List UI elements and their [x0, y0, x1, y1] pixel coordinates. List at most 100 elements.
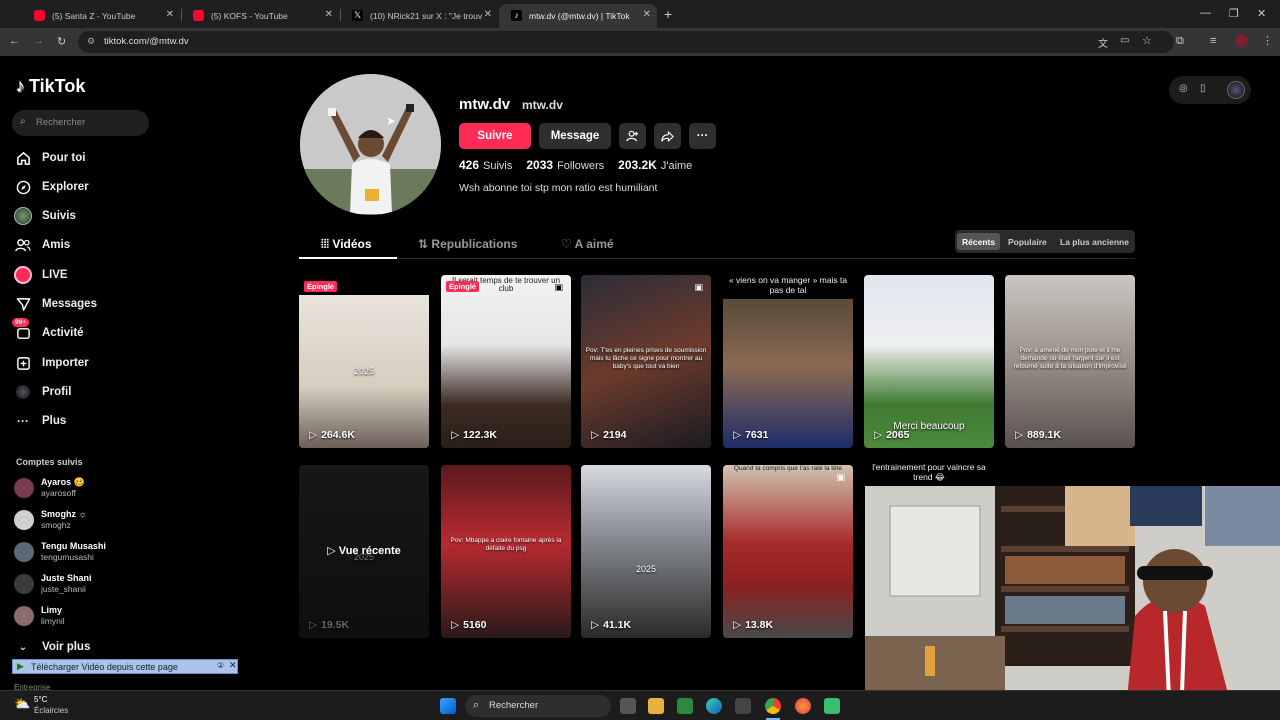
download-play-icon: ▶ [17, 661, 24, 671]
reading-list-icon[interactable]: ≡ [1210, 35, 1216, 47]
video-card[interactable]: ▣ Quand ta compris que t'as raté la tête… [723, 465, 853, 638]
tab-videos[interactable]: ⦙⦙⦙ Vidéos [321, 237, 372, 252]
new-tab-icon[interactable]: + [664, 6, 672, 22]
app-icon[interactable] [824, 698, 840, 714]
sort-popular[interactable]: Populaire [1003, 233, 1052, 250]
follow-button[interactable]: Suivre [459, 123, 531, 149]
close-tab-icon[interactable]: ✕ [166, 9, 174, 20]
sidebar-item-messages[interactable]: Messages [14, 293, 97, 315]
taskbar-search-label: Rechercher [489, 700, 539, 711]
sidebar-item-pour-toi[interactable]: Pour toi [14, 147, 85, 169]
nvidia-icon[interactable] [677, 698, 693, 714]
cast-icon[interactable]: ▭ [1120, 35, 1129, 46]
minimize-icon[interactable]: — [1200, 7, 1211, 19]
user-avatar-icon[interactable] [1227, 81, 1245, 99]
sidebar-item-label: Activité [42, 327, 84, 339]
browser-tab-tiktok[interactable]: ♪ mtw.dv (@mtw.dv) | TikTok ✕ [499, 4, 657, 28]
profile-bio: Wsh abonne toi stp mon ratio est humilia… [459, 182, 658, 194]
following-stat[interactable]: 426 Suivis [459, 158, 512, 172]
sort-oldest[interactable]: La plus ancienne [1055, 233, 1134, 250]
close-window-icon[interactable]: ✕ [1257, 7, 1266, 20]
video-caption: Pov: Mbappe a claire fontaine après la d… [450, 537, 562, 552]
chrome-icon[interactable] [765, 698, 781, 714]
sort-recent[interactable]: Récents [957, 233, 1001, 250]
followed-account-item[interactable]: Smoghz ☼ smoghz [14, 509, 87, 531]
close-tab-icon[interactable]: ✕ [325, 9, 333, 20]
help-icon[interactable]: ② [217, 661, 224, 670]
extensions-icon[interactable]: ⧉ [1176, 35, 1184, 48]
video-card[interactable]: Pov: à amené de mon pote et il me demand… [1005, 275, 1135, 448]
mobile-app-icon[interactable]: ▯ [1200, 83, 1206, 94]
browser-tab-kofs[interactable]: (5) KOFS - YouTube ✕ [181, 4, 339, 28]
sidebar-item-importer[interactable]: Importer [14, 352, 89, 374]
search-input[interactable]: ⌕ Rechercher [12, 110, 149, 136]
browser-tab-santa-z[interactable]: (5) Santa Z - YouTube ✕ [22, 4, 180, 28]
coins-icon[interactable]: ◎ [1179, 83, 1188, 94]
bookmark-star-icon[interactable]: ☆ [1142, 34, 1152, 47]
browser-tab-x[interactable]: 𝕏 (10) NRick21 sur X : "Je trouve ç ✕ [340, 4, 498, 28]
site-info-icon[interactable]: ⚙ [87, 36, 95, 47]
store-icon[interactable] [735, 698, 751, 714]
windows-taskbar: ⛅ 5°C Éclaircies ⌕ Rechercher [0, 690, 1280, 720]
message-button[interactable]: Message [539, 123, 611, 149]
avatar [14, 478, 34, 498]
video-card[interactable]: Merci beaucoup ▷ 2065 [864, 275, 994, 448]
likes-count: 203.2K [618, 158, 657, 172]
logo-text: TikTok [29, 76, 86, 96]
add-friend-button[interactable] [619, 123, 646, 149]
carousel-icon: ▣ [694, 282, 703, 292]
translate-icon[interactable]: 文 [1098, 35, 1108, 50]
followed-account-item[interactable]: Ayaros 🥴 ayarosoff [14, 477, 85, 499]
back-icon[interactable]: ← [9, 35, 20, 47]
followers-stat[interactable]: 2033 Followers [526, 158, 604, 172]
video-card[interactable]: Épinglé 2025 ▷ 264.6K [299, 275, 429, 448]
url-field[interactable]: ⚙ tiktok.com/@mtw.dv 文 ▭ ☆ [78, 31, 1174, 53]
account-name: Tengu Musashi [41, 541, 106, 551]
download-video-bar[interactable]: ▶ Télécharger Vidéo depuis cette page ② … [12, 659, 238, 674]
taskbar-search[interactable]: ⌕ Rechercher [465, 695, 611, 717]
recently-viewed-label: ▷ Vue récente [299, 544, 429, 557]
sidebar-item-live[interactable]: LIVE [14, 264, 68, 286]
video-views: ▷ 264.6K [309, 429, 355, 441]
profile-avatar[interactable] [300, 74, 441, 215]
sidebar-item-suivis[interactable]: Suivis [14, 205, 76, 227]
video-card[interactable]: l'entrainement pour vaincre sa trend 😂 [864, 460, 994, 486]
tab-reposts[interactable]: ⇅ Republications [418, 237, 517, 251]
video-card[interactable]: ▣ Pov: T'es en pleines prises de soumiss… [581, 275, 711, 448]
profile-avatar-icon[interactable] [1235, 34, 1248, 47]
more-options-button[interactable]: ··· [689, 123, 716, 149]
video-card[interactable]: Il serait temps de te trouver un club Ép… [441, 275, 571, 448]
file-explorer-icon[interactable] [648, 698, 664, 714]
sidebar-item-explorer[interactable]: Explorer [14, 176, 89, 198]
task-view-icon[interactable] [620, 698, 636, 714]
tab-liked[interactable]: ♡ A aimé [561, 237, 614, 251]
firefox-icon[interactable] [795, 698, 811, 714]
sidebar-item-profil[interactable]: Profil [14, 381, 71, 403]
close-tab-icon[interactable]: ✕ [643, 9, 651, 20]
edge-icon[interactable] [706, 698, 722, 714]
followed-account-item[interactable]: Juste Shani juste_shanii [14, 573, 92, 595]
video-card[interactable]: 2025 ▷ 41.1K [581, 465, 711, 638]
live-icon [14, 266, 32, 284]
close-icon[interactable]: ✕ [229, 660, 237, 671]
video-card[interactable]: « viens on va manger » mais ta pas de ta… [723, 275, 853, 448]
followed-account-item[interactable]: Limy limynil [14, 605, 65, 627]
windows-start-icon[interactable] [440, 698, 456, 714]
maximize-icon[interactable]: ❐ [1229, 7, 1239, 20]
video-views: ▷ 122.3K [451, 429, 497, 441]
browser-menu-icon[interactable]: ⋮ [1262, 34, 1273, 47]
sidebar-item-activite[interactable]: 99+ Activité [12, 318, 84, 344]
sidebar-item-plus[interactable]: ··· Plus [14, 410, 66, 432]
video-caption: Pov: à amené de mon pote et il me demand… [1013, 347, 1127, 370]
forward-icon[interactable]: → [33, 35, 44, 47]
sidebar-item-amis[interactable]: Amis [14, 234, 70, 256]
video-views: ▷ 889.1K [1015, 429, 1061, 441]
share-button[interactable] [654, 123, 681, 149]
tiktok-logo[interactable]: ♪ TikTok [16, 76, 85, 97]
video-card[interactable]: 2025 ▷ Vue récente ▷ 19.5K [299, 465, 429, 638]
video-card[interactable]: Pov: Mbappe a claire fontaine après la d… [441, 465, 571, 638]
followed-account-item[interactable]: Tengu Musashi tengumusashi [14, 541, 106, 563]
close-tab-icon[interactable]: ✕ [484, 9, 492, 20]
reload-icon[interactable]: ↻ [57, 35, 66, 48]
see-more-button[interactable]: ⌄ Voir plus [14, 636, 91, 658]
